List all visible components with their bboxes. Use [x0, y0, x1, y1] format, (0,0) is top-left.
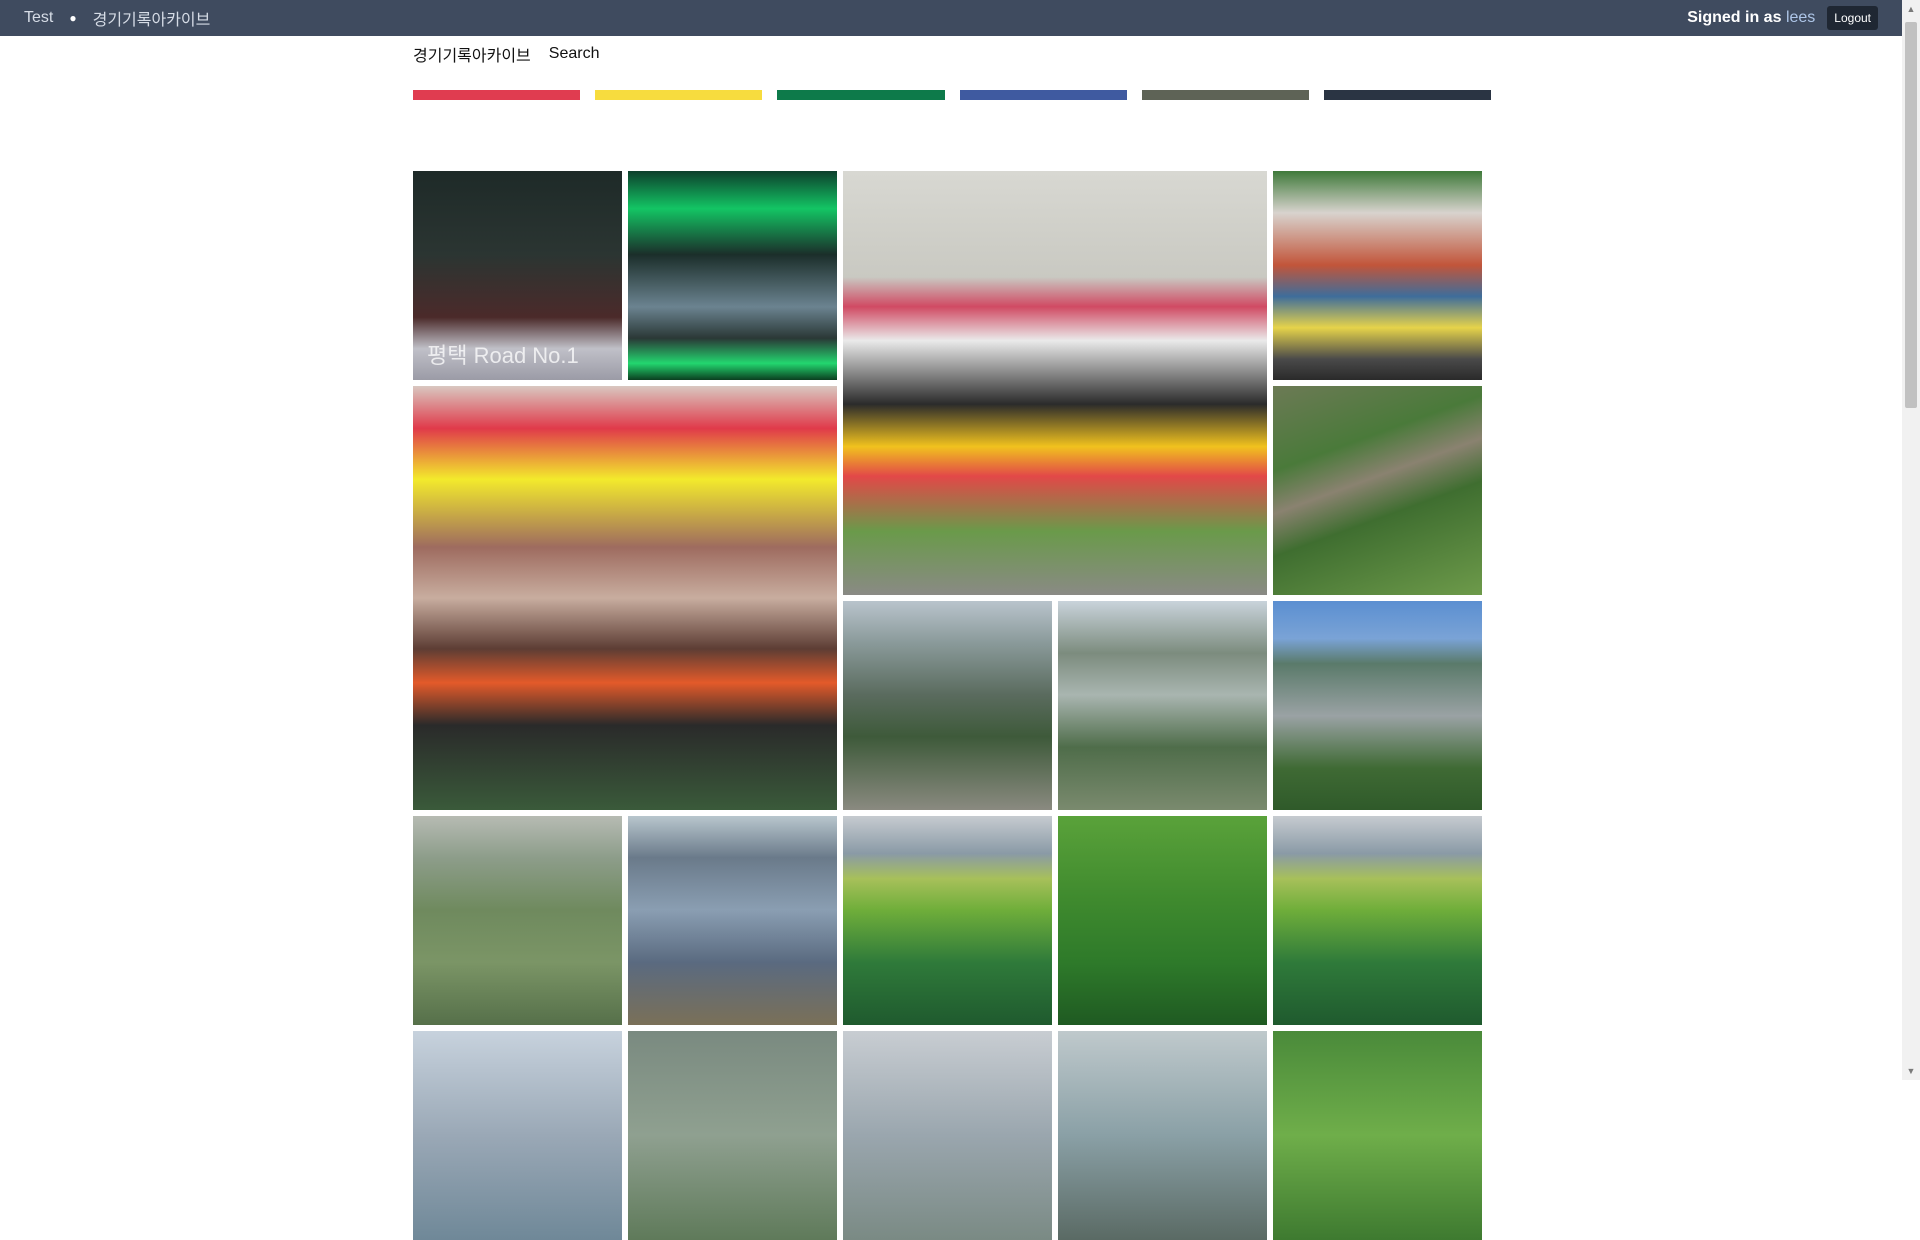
gallery-photo[interactable] — [843, 171, 1267, 595]
home-link[interactable]: 경기기록아카이브 — [413, 42, 531, 66]
gallery-photo[interactable] — [1273, 601, 1482, 810]
topbar-right: Signed in as lees Logout — [1687, 6, 1902, 30]
signed-in-text: Signed in as lees — [1687, 9, 1815, 27]
admin-topbar: Test ● 경기기록아카이브 Signed in as lees Logout — [0, 0, 1902, 36]
logout-button[interactable]: Logout — [1827, 6, 1878, 30]
gallery-photo[interactable] — [628, 816, 837, 1025]
gallery-photo[interactable] — [843, 601, 1052, 810]
search-link[interactable]: Search — [549, 45, 600, 63]
scrollbar-thumb[interactable] — [1905, 22, 1917, 408]
gallery-photo[interactable] — [1058, 816, 1267, 1025]
gallery-photo[interactable] — [628, 171, 837, 380]
scroll-up-arrow-icon[interactable]: ▲ — [1902, 0, 1920, 18]
gallery-photo[interactable] — [413, 386, 837, 810]
topbar-left: Test ● 경기기록아카이브 — [0, 6, 210, 30]
scroll-down-arrow-icon[interactable]: ▼ — [1902, 1062, 1920, 1080]
gallery-photo[interactable] — [1273, 816, 1482, 1025]
site-link[interactable]: Test — [24, 9, 53, 27]
secondary-nav: 경기기록아카이브 Search — [413, 36, 599, 72]
separator-dot-icon: ● — [69, 11, 77, 25]
gallery-photo[interactable] — [1058, 1031, 1267, 1240]
color-bar-gray[interactable] — [1141, 90, 1309, 100]
gallery-photo[interactable] — [1273, 1031, 1482, 1240]
color-bar-red[interactable] — [413, 90, 581, 100]
gallery-photo[interactable] — [843, 1031, 1052, 1240]
username-link[interactable]: lees — [1786, 9, 1815, 26]
gallery-photo[interactable] — [843, 816, 1052, 1025]
gallery-photo[interactable] — [413, 1031, 622, 1240]
color-bars — [413, 90, 1492, 100]
gallery-photo[interactable] — [1273, 386, 1482, 595]
gallery-photo[interactable]: 평택 Road No.1 — [413, 171, 622, 380]
color-bar-blue[interactable] — [959, 90, 1127, 100]
color-bar-yellow[interactable] — [595, 90, 763, 100]
gallery-photo[interactable] — [1273, 171, 1482, 380]
archive-link[interactable]: 경기기록아카이브 — [93, 6, 211, 30]
color-bar-green[interactable] — [777, 90, 945, 100]
gallery-photo[interactable] — [413, 816, 622, 1025]
photo-caption: 평택 Road No.1 — [427, 343, 579, 368]
signed-in-prefix: Signed in as — [1687, 9, 1782, 26]
gallery-photo[interactable] — [1058, 601, 1267, 810]
page-scrollbar[interactable]: ▲ ▼ — [1902, 0, 1920, 1080]
gallery-photo[interactable] — [628, 1031, 837, 1240]
color-bar-navy[interactable] — [1323, 90, 1492, 100]
